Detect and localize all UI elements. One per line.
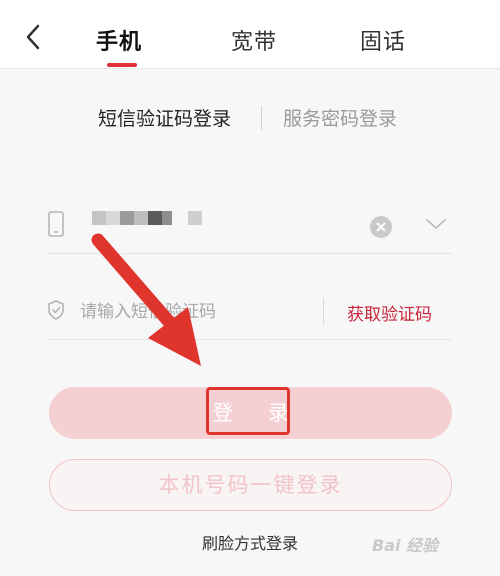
- tab-password-login[interactable]: 服务密码登录: [283, 104, 397, 131]
- chevron-left-icon[interactable]: [18, 22, 48, 52]
- top-nav-bar: 手机 宽带 固话: [0, 0, 500, 69]
- tab-mobile[interactable]: 手机: [96, 24, 142, 56]
- highlight-box: [206, 387, 290, 435]
- phone-icon: [48, 211, 64, 237]
- one-key-login-label: 本机号码一键登录: [158, 473, 343, 497]
- mode-divider: [261, 106, 262, 130]
- phone-field-divider: [48, 253, 452, 254]
- code-field-separator: [323, 298, 324, 324]
- phone-number-masked[interactable]: [92, 207, 212, 231]
- active-tab-indicator: [107, 63, 137, 67]
- code-field-divider: [48, 339, 452, 340]
- sms-code-input[interactable]: [78, 296, 312, 328]
- tab-sms-login[interactable]: 短信验证码登录: [98, 104, 231, 131]
- clear-circle-icon[interactable]: [370, 216, 392, 238]
- chevron-down-icon[interactable]: [424, 216, 448, 232]
- watermark-logo: Bai 经验: [372, 536, 439, 555]
- one-key-login-button[interactable]: 本机号码一键登录: [49, 459, 452, 511]
- tab-landline[interactable]: 固话: [360, 24, 406, 56]
- get-code-button[interactable]: 获取验证码: [347, 300, 432, 325]
- tab-broadband[interactable]: 宽带: [231, 24, 277, 56]
- shield-icon: [48, 300, 64, 320]
